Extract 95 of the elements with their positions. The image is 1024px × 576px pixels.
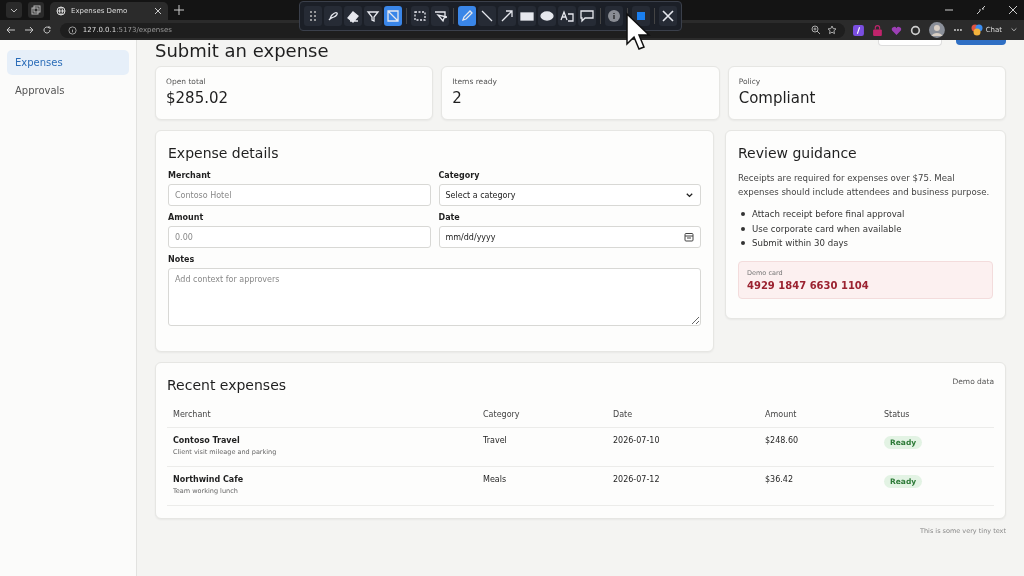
field-label: Category — [438, 171, 481, 180]
workspaces-button[interactable] — [28, 2, 44, 18]
merchant-name: Northwind Cafe — [173, 475, 244, 484]
calendar-icon[interactable] — [684, 232, 694, 242]
close-icon[interactable] — [1008, 5, 1018, 15]
table-cell: $36.42 — [765, 475, 793, 484]
input-field[interactable]: Contoso Hotel — [168, 184, 431, 206]
merchant-name: Contoso Travel — [173, 436, 241, 445]
text-tool-button[interactable] — [558, 6, 576, 26]
close-tool-button[interactable] — [659, 6, 677, 26]
close-icon — [661, 9, 675, 23]
card-title: Review guidance — [738, 145, 858, 161]
callout-icon — [580, 9, 594, 23]
pencil-tool-button[interactable] — [458, 6, 476, 26]
field-label: Amount — [168, 213, 205, 222]
column-header: Category — [483, 410, 520, 419]
stat-value: $285.02 — [166, 89, 230, 107]
guideline-item: Use corporate card when available — [752, 222, 902, 236]
extension-icon[interactable] — [853, 24, 865, 36]
globe-icon — [56, 6, 66, 16]
color-icon — [634, 9, 648, 23]
back-icon[interactable] — [6, 25, 16, 35]
pointer-tool-button[interactable] — [431, 6, 449, 26]
column-header: Status — [884, 410, 910, 419]
info-tool-button[interactable] — [605, 6, 623, 26]
sidebar-item[interactable]: Approvals — [7, 78, 129, 103]
avatar-icon[interactable] — [928, 22, 945, 38]
close-tab-icon[interactable] — [154, 7, 162, 15]
table-cell: Travel — [483, 436, 507, 445]
category-select[interactable]: Select a category — [438, 184, 701, 206]
favorite-star-icon[interactable] — [827, 25, 838, 35]
pencil-icon — [460, 9, 474, 23]
guideline-item: Attach receipt before final approval — [752, 208, 905, 221]
table-cell: 2026-07-12 — [613, 475, 660, 484]
chevron-down-icon — [685, 190, 694, 200]
table-cell: Meals — [483, 475, 507, 484]
notes-field[interactable]: Add context for approvers — [168, 268, 701, 326]
lasso-tool-button[interactable] — [324, 6, 342, 26]
info-icon — [607, 9, 621, 23]
forward-icon[interactable] — [23, 25, 34, 35]
input-field[interactable]: 0.00 — [168, 226, 431, 248]
table-cell: $248.60 — [765, 436, 799, 445]
card-title: Recent expenses — [167, 377, 287, 393]
grip-tool-button[interactable] — [304, 6, 322, 26]
chat-logo-icon — [970, 24, 983, 36]
page-title: Submit an expense — [155, 40, 329, 62]
restore-icon[interactable] — [976, 5, 986, 15]
new-tab-icon[interactable] — [174, 5, 184, 15]
ellipse-icon — [540, 9, 554, 23]
sidebar-item[interactable]: Expenses — [7, 50, 129, 75]
mouse-pointer-icon — [625, 12, 651, 52]
arrow-icon — [500, 9, 514, 23]
line-icon — [480, 9, 494, 23]
field-label: Merchant — [168, 171, 212, 180]
rectangle-icon — [520, 9, 534, 23]
crop-tool-button[interactable] — [384, 6, 402, 26]
workspaces-icon — [31, 5, 41, 15]
funnel-tool-button[interactable] — [364, 6, 382, 26]
primary-button[interactable] — [956, 40, 1006, 45]
lock-icon[interactable] — [872, 24, 883, 36]
bullet-icon — [741, 241, 745, 246]
column-header: Merchant — [173, 410, 211, 419]
crop-icon — [386, 9, 400, 23]
heart-icon[interactable] — [891, 24, 902, 36]
arrow-tool-button[interactable] — [498, 6, 516, 26]
card-title: Expense details — [168, 145, 280, 161]
reload-icon[interactable] — [41, 25, 52, 35]
extensions-icon[interactable] — [909, 24, 921, 36]
stat-value: Compliant — [738, 89, 817, 107]
funnel-icon — [366, 9, 380, 23]
marquee-icon — [413, 9, 427, 23]
eraser-icon — [346, 9, 360, 23]
line-tool-button[interactable] — [478, 6, 496, 26]
field-label: Notes — [168, 255, 196, 264]
column-header: Date — [613, 410, 633, 419]
rectangle-tool-button[interactable] — [518, 6, 536, 26]
ellipse-tool-button[interactable] — [538, 6, 556, 26]
guidance-text: Receipts are required for expenses over $75. Meal expenses should include attendees and business purpose. — [738, 172, 991, 199]
tab-list-button[interactable] — [6, 2, 22, 18]
card-number: 4929 1847 6630 1104 — [747, 279, 870, 291]
info-icon[interactable] — [67, 25, 77, 35]
callout-tool-button[interactable] — [578, 6, 596, 26]
stat-value: 2 — [452, 89, 463, 107]
eraser-tool-button[interactable] — [344, 6, 362, 26]
chevron-down-icon[interactable] — [1010, 26, 1018, 34]
guideline-item: Submit within 30 days — [752, 237, 848, 250]
column-header: Amount — [765, 410, 797, 419]
text-icon — [560, 9, 574, 23]
marquee-tool-button[interactable] — [411, 6, 429, 26]
bullet-icon — [741, 226, 745, 231]
zoom-icon[interactable] — [811, 25, 822, 35]
table-cell: 2026-07-10 — [613, 436, 660, 445]
date-field[interactable]: mm/dd/yyyy — [438, 226, 701, 248]
bullet-icon — [741, 212, 745, 217]
field-label: Date — [438, 213, 461, 222]
